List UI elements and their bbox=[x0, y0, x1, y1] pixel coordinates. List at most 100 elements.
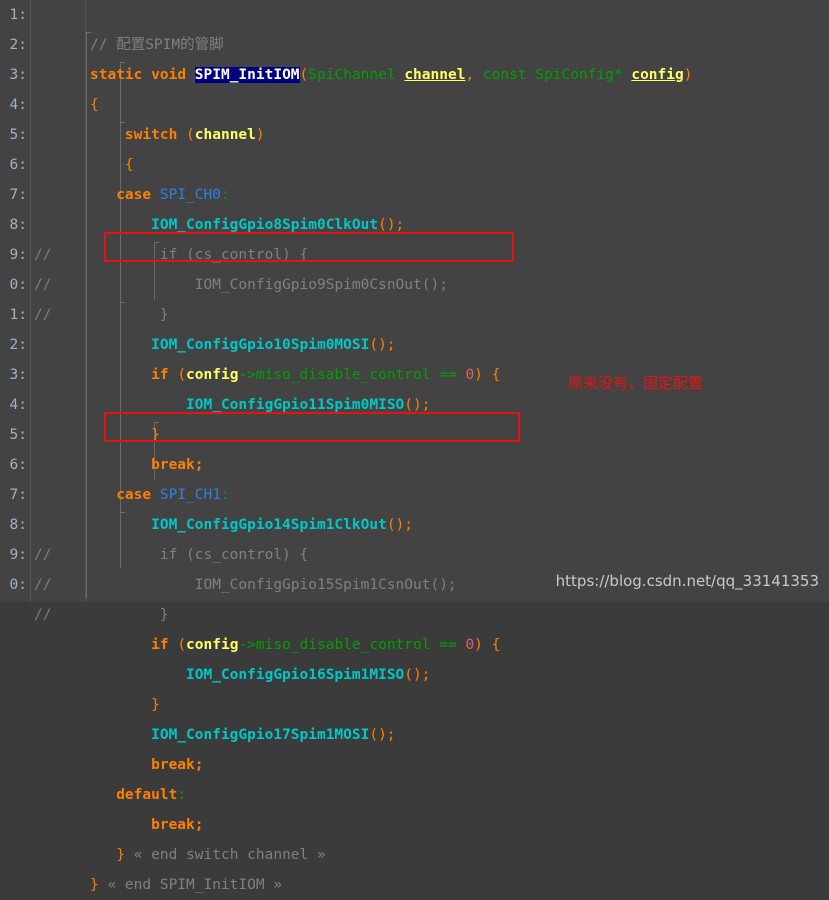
brace-close-switch: } bbox=[116, 847, 125, 863]
commented-if: if (cs_control) { bbox=[159, 547, 309, 563]
code-pane[interactable]: // 配置SPIM的管脚 static void SPIM_InitIOM(Sp… bbox=[86, 0, 829, 893]
line-number: 9: bbox=[9, 247, 27, 263]
line-number: 3: bbox=[9, 67, 27, 83]
comment-mark: // bbox=[34, 307, 52, 323]
call-mosi1: IOM_ConfigGpio17Spim1MOSI bbox=[151, 727, 370, 743]
keyword-break: break; bbox=[151, 757, 204, 773]
brace-close-function: } bbox=[90, 877, 99, 893]
comment-mark: // bbox=[34, 577, 52, 593]
code-line[interactable]: } bbox=[90, 300, 829, 330]
comment-mark bbox=[34, 30, 82, 60]
switch-expression: channel bbox=[194, 127, 256, 143]
code-line[interactable]: case SPI_CH1: bbox=[90, 480, 829, 510]
comment-mark bbox=[34, 450, 82, 480]
code-line[interactable]: } bbox=[90, 600, 829, 630]
indent-guide bbox=[86, 32, 87, 598]
commented-brace-close: } bbox=[159, 307, 169, 323]
code-line[interactable]: if (cs_control) { bbox=[90, 240, 829, 270]
code-line[interactable]: } « end SPIM_InitIOM » bbox=[90, 870, 829, 900]
brace-close-if1: } bbox=[151, 697, 160, 713]
comment-mark bbox=[34, 660, 82, 690]
call-miso1: IOM_ConfigGpio16Spim1MISO bbox=[186, 667, 405, 683]
comment-mark: // bbox=[34, 247, 52, 263]
line-number: 0: bbox=[9, 277, 27, 293]
gutter-divider-right bbox=[85, 0, 86, 602]
comment-mark bbox=[34, 210, 82, 240]
code-line[interactable]: if (config->miso_disable_control == 0) { bbox=[90, 360, 829, 390]
code-line[interactable]: break; bbox=[90, 750, 829, 780]
code-line[interactable]: } bbox=[90, 690, 829, 720]
brace-close-if0: } bbox=[151, 427, 160, 443]
paren-close: ) bbox=[683, 67, 693, 83]
member-access: ->miso_disable_control bbox=[238, 367, 431, 383]
call-mosi0: IOM_ConfigGpio10Spim0MOSI bbox=[151, 337, 370, 353]
var-config: config bbox=[186, 367, 239, 383]
literal-zero: 0 bbox=[465, 637, 475, 653]
comment-mark bbox=[34, 630, 82, 660]
line-number: 2: bbox=[9, 337, 27, 353]
code-line[interactable] bbox=[90, 0, 829, 30]
line-number: 7: bbox=[9, 187, 27, 203]
comment-mark bbox=[34, 780, 82, 810]
line-number: 9: bbox=[9, 547, 27, 563]
line-number: 6: bbox=[9, 457, 27, 473]
code-line[interactable]: IOM_ConfigGpio14Spim1ClkOut(); bbox=[90, 510, 829, 540]
code-line[interactable]: IOM_ConfigGpio16Spim1MISO(); bbox=[90, 660, 829, 690]
code-line[interactable]: { bbox=[90, 90, 829, 120]
code-line[interactable]: if (config->miso_disable_control == 0) { bbox=[90, 630, 829, 660]
keyword-break: break; bbox=[151, 817, 204, 833]
code-line[interactable]: { bbox=[90, 150, 829, 180]
line-number: 6: bbox=[9, 157, 27, 173]
line-number: 1: bbox=[9, 7, 27, 23]
call-miso0: IOM_ConfigGpio11Spim0MISO bbox=[186, 397, 405, 413]
code-line[interactable]: IOM_ConfigGpio10Spim0MOSI(); bbox=[90, 330, 829, 360]
enum-spi-ch1: SPI_CH1 bbox=[159, 487, 221, 503]
comment-mark bbox=[34, 90, 82, 120]
comment-mark bbox=[34, 870, 82, 900]
code-editor[interactable]: 1: 2: 3: 4: 5: 6: 7: 8: 9: 0: 1: 2: 3: 4… bbox=[0, 0, 829, 893]
literal-zero: 0 bbox=[465, 367, 475, 383]
keyword-default: default bbox=[116, 787, 178, 803]
code-line[interactable]: static void SPIM_InitIOM(SpiChannel chan… bbox=[90, 60, 829, 90]
paren-open: ( bbox=[299, 67, 309, 83]
commented-brace-close: } bbox=[159, 607, 169, 623]
comment-mark: // bbox=[34, 607, 52, 623]
code-line[interactable]: default: bbox=[90, 780, 829, 810]
line-number: 8: bbox=[9, 217, 27, 233]
brace-open-function: { bbox=[90, 97, 99, 113]
comment-mark: // bbox=[34, 547, 52, 563]
colon: : bbox=[220, 487, 230, 503]
enum-spi-ch0: SPI_CH0 bbox=[159, 187, 221, 203]
line-number: 5: bbox=[9, 427, 27, 443]
code-line[interactable]: // 配置SPIM的管脚 bbox=[90, 30, 829, 60]
code-line[interactable]: IOM_ConfigGpio9Spim0CsnOut(); bbox=[90, 270, 829, 300]
comment-mark bbox=[34, 180, 82, 210]
code-line[interactable]: IOM_ConfigGpio17Spim1MOSI(); bbox=[90, 720, 829, 750]
selected-function-name[interactable]: SPIM_InitIOM bbox=[194, 67, 300, 83]
code-line[interactable]: } bbox=[90, 420, 829, 450]
code-line[interactable]: IOM_ConfigGpio11Spim0MISO(); bbox=[90, 390, 829, 420]
line-number: 8: bbox=[9, 517, 27, 533]
comment-mark bbox=[34, 840, 82, 870]
keyword-if: if bbox=[151, 637, 169, 653]
code-line[interactable]: } « end switch channel » bbox=[90, 840, 829, 870]
code-line[interactable]: case SPI_CH0: bbox=[90, 180, 829, 210]
code-line[interactable]: IOM_ConfigGpio8Spim0ClkOut(); bbox=[90, 210, 829, 240]
comment-mark bbox=[34, 150, 82, 180]
keyword-switch: switch bbox=[124, 127, 178, 143]
param-config: config bbox=[631, 67, 684, 83]
line-number: 1: bbox=[9, 307, 27, 323]
comment-mark bbox=[34, 390, 82, 420]
keyword-case: case bbox=[116, 487, 152, 503]
comment-mark bbox=[34, 480, 82, 510]
keyword-void: void bbox=[151, 67, 187, 83]
fold-label-function: « end SPIM_InitIOM » bbox=[107, 877, 283, 893]
call-clk1: IOM_ConfigGpio14Spim1ClkOut bbox=[151, 517, 387, 533]
line-number: 3: bbox=[9, 367, 27, 383]
watermark: https://blog.csdn.net/qq_33141353 bbox=[555, 572, 819, 590]
code-line[interactable]: break; bbox=[90, 810, 829, 840]
commented-call-csn1: IOM_ConfigGpio15Spim1CsnOut bbox=[194, 577, 431, 593]
member-access: ->miso_disable_control bbox=[238, 637, 431, 653]
code-line[interactable]: break; bbox=[90, 450, 829, 480]
code-line[interactable]: switch (channel) bbox=[90, 120, 829, 150]
